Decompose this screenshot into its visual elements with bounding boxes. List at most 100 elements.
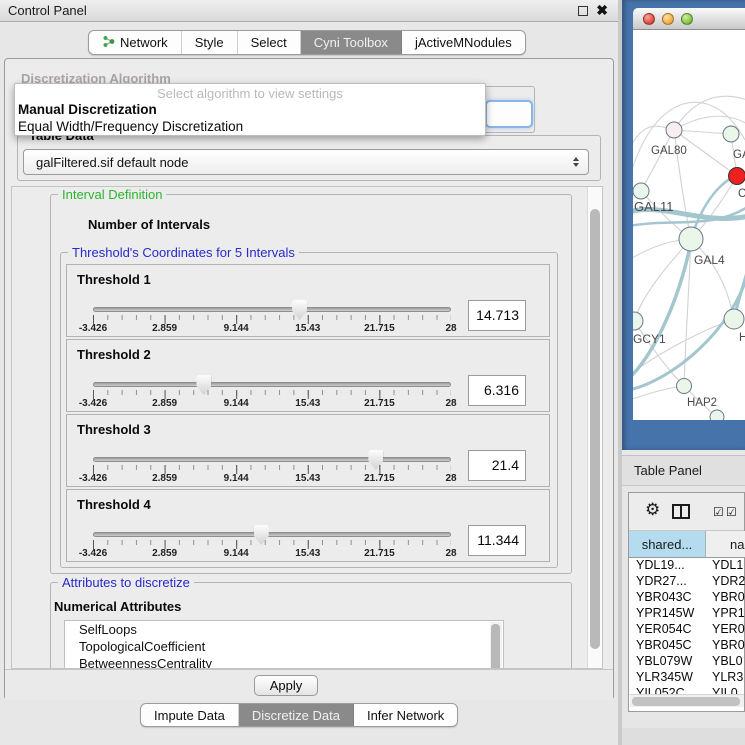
tick-label: 21.715 (364, 398, 395, 409)
table-row[interactable]: YPR145WYPR1 (629, 606, 745, 622)
float-window-icon[interactable] (578, 6, 588, 16)
tab-network-label: Network (120, 35, 168, 50)
attributes-group-label: Attributes to discretize (58, 575, 194, 590)
tick-label: 2.859 (152, 398, 177, 409)
label-gcy1: GCY1 (633, 332, 666, 346)
tick-label: 21.715 (364, 323, 395, 334)
tab-select[interactable]: Select (238, 31, 301, 54)
checkbox-icon[interactable]: ☑ (726, 505, 737, 519)
table-row[interactable]: YLR345WYLR3 (629, 670, 745, 686)
threshold-1-value-field[interactable]: 14.713 (468, 300, 526, 331)
slider-tick-labels: -3.4262.8599.14415.4321.71528 (93, 398, 451, 410)
node-gal11[interactable] (633, 183, 649, 199)
table-row[interactable]: YER054CYER0 (629, 622, 745, 638)
close-icon[interactable]: ✖ (596, 2, 608, 19)
apply-button[interactable]: Apply (254, 675, 318, 696)
attribute-list-item[interactable]: BetweennessCentrality (65, 655, 503, 669)
network-canvas[interactable]: GAL80 GA GAL11 C GAL4 GCY1 H HAP2 (633, 30, 745, 420)
slider-tick-labels: -3.4262.8599.14415.4321.71528 (93, 323, 451, 335)
table-row[interactable]: YDR27...YDR2 (629, 574, 745, 590)
table-hscrollbar-thumb[interactable] (632, 697, 740, 706)
cell-shared-name[interactable]: YBR043C (629, 590, 706, 606)
slider-track[interactable] (93, 532, 451, 537)
numerical-attributes-label: Numerical Attributes (54, 599, 181, 614)
tab-jactivemnodules[interactable]: jActiveMNodules (402, 31, 525, 54)
node-bottom[interactable] (710, 410, 724, 420)
cell-shared-name[interactable]: YLR345W (629, 670, 706, 686)
option-manual-discretization[interactable]: Manual Discretization (18, 102, 157, 117)
checkbox-icon[interactable]: ☑ (713, 505, 724, 519)
node-gal80[interactable] (666, 122, 682, 138)
control-panel-window: Control Panel ✖ Network Style Select C (0, 0, 618, 745)
list-scrollbar[interactable] (490, 622, 502, 669)
threshold-3-block: Threshold 3 -3.4262.8599.14415.4321.7152… (66, 414, 550, 487)
panel-scrollbar-thumb[interactable] (590, 209, 600, 649)
table-row[interactable]: YBR043CYBR0 (629, 590, 745, 606)
attribute-list-item[interactable]: TopologicalCoefficient (65, 638, 503, 655)
network-window-titlebar[interactable] (633, 8, 745, 30)
node-hap2[interactable] (677, 379, 692, 394)
slider-track[interactable] (93, 382, 451, 387)
threshold-2-value-field[interactable]: 6.316 (468, 375, 526, 406)
panel-scrollbar[interactable] (587, 187, 602, 668)
close-traffic-light-icon[interactable] (643, 13, 655, 25)
tick-label: 21.715 (364, 548, 395, 559)
tab-infer-network[interactable]: Infer Network (354, 704, 457, 726)
slider-track[interactable] (93, 457, 451, 462)
table-horizontal-scrollbar[interactable] (630, 694, 744, 707)
tab-discretize-data[interactable]: Discretize Data (239, 704, 354, 726)
tab-cyni-toolbox[interactable]: Cyni Toolbox (301, 31, 402, 54)
cell-name[interactable]: YDL1 (706, 558, 745, 574)
slider-track[interactable] (93, 307, 451, 312)
list-scrollbar-thumb[interactable] (491, 624, 500, 669)
cell-shared-name[interactable]: YBR045C (629, 638, 706, 654)
tab-network[interactable]: Network (89, 31, 182, 54)
tab-impute-data[interactable]: Impute Data (141, 704, 239, 726)
label-c-partial: C (738, 188, 745, 200)
table-row[interactable]: YBL079WYBL0 (629, 654, 745, 670)
column-header-name[interactable]: na (706, 531, 745, 558)
option-equal-width-frequency[interactable]: Equal Width/Frequency Discretization (18, 119, 243, 134)
table-rows: YDL19...YDL1YDR27...YDR2YBR043CYBR0YPR14… (629, 558, 745, 702)
number-of-intervals-label: Number of Intervals (88, 217, 210, 232)
threshold-4-value-field[interactable]: 11.344 (468, 525, 526, 556)
settings-gear-icon[interactable]: ⚙ (645, 502, 660, 519)
cell-shared-name[interactable]: YER054C (629, 622, 706, 638)
node-gal4[interactable] (679, 227, 703, 251)
table-panel-title: Table Panel (634, 463, 702, 478)
node-selected-red[interactable] (729, 168, 745, 185)
table-row[interactable]: YBR045CYBR0 (629, 638, 745, 654)
node-h[interactable] (724, 309, 744, 329)
node-top-right[interactable] (723, 126, 739, 142)
table-data-combobox[interactable]: galFiltered.sif default node (23, 149, 589, 175)
cell-name[interactable]: YLR3 (706, 670, 745, 686)
split-table-icon[interactable] (672, 504, 690, 524)
tick-label: -3.426 (79, 398, 107, 409)
cell-name[interactable]: YPR1 (706, 606, 745, 622)
cell-name[interactable]: YDR2 (706, 574, 745, 590)
minimize-traffic-light-icon[interactable] (662, 13, 674, 25)
threshold-3-value-field[interactable]: 21.4 (468, 450, 526, 481)
cell-name[interactable]: YBL0 (706, 654, 745, 670)
cell-name[interactable]: YBR0 (706, 590, 745, 606)
cell-name[interactable]: YER0 (706, 622, 745, 638)
table-row[interactable]: YDL19...YDL1 (629, 558, 745, 574)
tick-label: 21.715 (364, 473, 395, 484)
cell-shared-name[interactable]: YDR27... (629, 574, 706, 590)
cell-shared-name[interactable]: YBL079W (629, 654, 706, 670)
cell-shared-name[interactable]: YDL19... (629, 558, 706, 574)
network-icon (102, 35, 115, 51)
cell-name[interactable]: YBR0 (706, 638, 745, 654)
attribute-list-item[interactable]: SelfLoops (65, 621, 503, 638)
column-header-shared-name[interactable]: shared... (629, 531, 706, 558)
tick-label: 9.144 (224, 473, 249, 484)
cell-shared-name[interactable]: YPR145W (629, 606, 706, 622)
dropdown-hint: Select algorithm to view settings (15, 86, 485, 101)
tab-style[interactable]: Style (182, 31, 238, 54)
node-gcy1[interactable] (633, 312, 643, 330)
cyni-mode-tabs: Impute Data Discretize Data Infer Networ… (140, 703, 458, 727)
numerical-attributes-list[interactable]: SelfLoopsTopologicalCoefficientBetweenne… (64, 620, 504, 669)
maximize-traffic-light-icon[interactable] (681, 13, 693, 25)
node-table: ⚙ ☑ ☑ shared... na YDL19...YDL1YDR27...Y… (628, 492, 745, 712)
algorithm-combobox-focused[interactable] (485, 100, 533, 128)
